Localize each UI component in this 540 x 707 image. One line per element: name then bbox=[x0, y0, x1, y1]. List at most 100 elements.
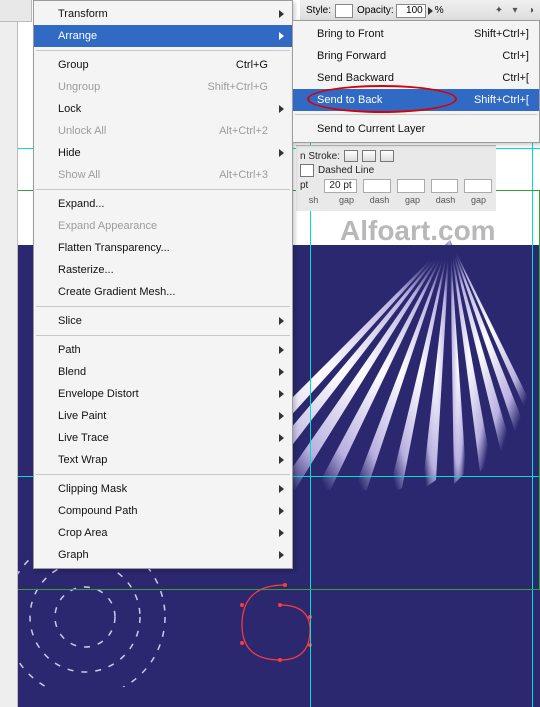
submenu-arrow-icon bbox=[279, 456, 284, 464]
wand-icon[interactable]: ✦ bbox=[492, 4, 506, 18]
label-align-stroke: n Stroke: bbox=[300, 151, 340, 162]
menu-item-label: Transform bbox=[58, 8, 108, 20]
label-dash-unit: pt bbox=[300, 179, 318, 193]
menu-item[interactable]: Clipping Mask bbox=[34, 478, 292, 500]
menu-separator bbox=[36, 189, 290, 190]
menu-item-shortcut: Alt+Ctrl+3 bbox=[219, 169, 268, 181]
menu-item-label: Unlock All bbox=[58, 125, 106, 137]
ruler-vertical bbox=[0, 0, 18, 707]
submenu-item[interactable]: Send to BackShift+Ctrl+[ bbox=[293, 89, 539, 111]
menu-item[interactable]: Arrange bbox=[34, 25, 292, 47]
menu-item[interactable]: Create Gradient Mesh... bbox=[34, 281, 292, 303]
label-dashed-line: Dashed Line bbox=[318, 165, 374, 176]
menu-item-label: Expand... bbox=[58, 198, 104, 210]
menu-item-label: Lock bbox=[58, 103, 81, 115]
dash-col-label: sh bbox=[300, 195, 327, 205]
submenu-item-shortcut: Ctrl+[ bbox=[502, 72, 529, 84]
dash-col-label: dash bbox=[366, 195, 393, 205]
submenu-item[interactable]: Send Backward Ctrl+[ bbox=[293, 67, 539, 89]
ruler-corner bbox=[0, 0, 32, 22]
submenu-item[interactable]: Bring to Front Shift+Ctrl+] bbox=[293, 23, 539, 45]
submenu-item-label: Send to Current Layer bbox=[317, 123, 425, 135]
menu-item-label: Crop Area bbox=[58, 527, 108, 539]
menu-separator bbox=[36, 306, 290, 307]
menu-item: Show All Alt+Ctrl+3 bbox=[34, 164, 292, 186]
menu-item[interactable]: Blend bbox=[34, 361, 292, 383]
submenu-item-shortcut: Shift+Ctrl+[ bbox=[474, 94, 529, 106]
submenu-item-label: Send Backward bbox=[317, 72, 394, 84]
dash-col-label: dash bbox=[432, 195, 459, 205]
menu-item[interactable]: Transform bbox=[34, 3, 292, 25]
menu-item[interactable]: Rasterize... bbox=[34, 259, 292, 281]
dash-input-3[interactable] bbox=[397, 179, 425, 193]
submenu-arrow-icon bbox=[279, 346, 284, 354]
submenu-item-shortcut: Shift+Ctrl+] bbox=[474, 28, 529, 40]
dropdown-icon[interactable]: ▾ bbox=[508, 4, 522, 18]
menu-item-label: Blend bbox=[58, 366, 86, 378]
menu-item[interactable]: Slice bbox=[34, 310, 292, 332]
submenu-item-label: Bring to Front bbox=[317, 28, 384, 40]
submenu-arrow-icon bbox=[279, 507, 284, 515]
menu-item[interactable]: Live Trace bbox=[34, 427, 292, 449]
submenu-item-label: Bring Forward bbox=[317, 50, 386, 62]
menu-item-label: Rasterize... bbox=[58, 264, 114, 276]
menu-item-label: Live Trace bbox=[58, 432, 109, 444]
submenu-arrow-icon bbox=[279, 368, 284, 376]
menu-item-label: Flatten Transparency... bbox=[58, 242, 170, 254]
menu-item[interactable]: Crop Area bbox=[34, 522, 292, 544]
object-context-menu: TransformArrangeGroupCtrl+GUngroupShift+… bbox=[33, 0, 293, 569]
menu-item-label: Arrange bbox=[58, 30, 97, 42]
menu-separator bbox=[36, 335, 290, 336]
submenu-arrow-icon bbox=[279, 485, 284, 493]
submenu-item[interactable]: Send to Current Layer bbox=[293, 118, 539, 140]
menu-item[interactable]: Text Wrap bbox=[34, 449, 292, 471]
menu-item[interactable]: Expand... bbox=[34, 193, 292, 215]
mask-icon[interactable]: ◑ bbox=[524, 4, 538, 18]
menu-item[interactable]: Path bbox=[34, 339, 292, 361]
menu-item-shortcut: Alt+Ctrl+2 bbox=[219, 125, 268, 137]
menu-item-label: Compound Path bbox=[58, 505, 138, 517]
menu-item-label: Ungroup bbox=[58, 81, 100, 93]
submenu-arrow-icon bbox=[279, 390, 284, 398]
menu-item-label: Slice bbox=[58, 315, 82, 327]
menu-item: Unlock All Alt+Ctrl+2 bbox=[34, 120, 292, 142]
menu-item-label: Path bbox=[58, 344, 81, 356]
menu-item[interactable]: Flatten Transparency... bbox=[34, 237, 292, 259]
opacity-input[interactable]: 100 bbox=[396, 4, 426, 18]
menu-item[interactable]: GroupCtrl+G bbox=[34, 54, 292, 76]
menu-item-label: Envelope Distort bbox=[58, 388, 139, 400]
menu-item-label: Hide bbox=[58, 147, 81, 159]
submenu-arrow-icon bbox=[279, 551, 284, 559]
dash-col-label: gap bbox=[333, 195, 360, 205]
align-stroke-center-button[interactable] bbox=[344, 150, 358, 162]
menu-item[interactable]: Compound Path bbox=[34, 500, 292, 522]
submenu-item-shortcut: Ctrl+] bbox=[502, 50, 529, 62]
align-stroke-outside-button[interactable] bbox=[380, 150, 394, 162]
menu-item-label: Show All bbox=[58, 169, 100, 181]
menu-item[interactable]: Graph bbox=[34, 544, 292, 566]
menu-item[interactable]: Live Paint bbox=[34, 405, 292, 427]
dashed-line-checkbox[interactable] bbox=[300, 164, 314, 177]
submenu-arrow-icon bbox=[279, 149, 284, 157]
menu-item[interactable]: Envelope Distort bbox=[34, 383, 292, 405]
menu-item[interactable]: Lock bbox=[34, 98, 292, 120]
menu-item-shortcut: Ctrl+G bbox=[236, 59, 268, 71]
dash-input-5[interactable] bbox=[464, 179, 492, 193]
options-toolbar: Style: Opacity: 100 % ✦ ▾ ◑ bbox=[300, 0, 540, 22]
arrange-submenu: Bring to Front Shift+Ctrl+] Bring Forward C… bbox=[292, 20, 540, 143]
dash-input-2[interactable] bbox=[363, 179, 391, 193]
menu-item-label: Graph bbox=[58, 549, 89, 561]
dash-input-1[interactable]: 20 pt bbox=[324, 179, 358, 193]
submenu-item[interactable]: Bring Forward Ctrl+] bbox=[293, 45, 539, 67]
menu-item[interactable]: Hide bbox=[34, 142, 292, 164]
chevron-right-icon[interactable] bbox=[428, 7, 433, 15]
dash-input-4[interactable] bbox=[431, 179, 459, 193]
align-stroke-inside-button[interactable] bbox=[362, 150, 376, 162]
submenu-arrow-icon bbox=[279, 105, 284, 113]
menu-item-label: Create Gradient Mesh... bbox=[58, 286, 175, 298]
submenu-arrow-icon bbox=[279, 32, 284, 40]
menu-item-label: Expand Appearance bbox=[58, 220, 157, 232]
submenu-arrow-icon bbox=[279, 412, 284, 420]
dash-col-label: gap bbox=[399, 195, 426, 205]
style-swatch[interactable] bbox=[335, 4, 353, 18]
